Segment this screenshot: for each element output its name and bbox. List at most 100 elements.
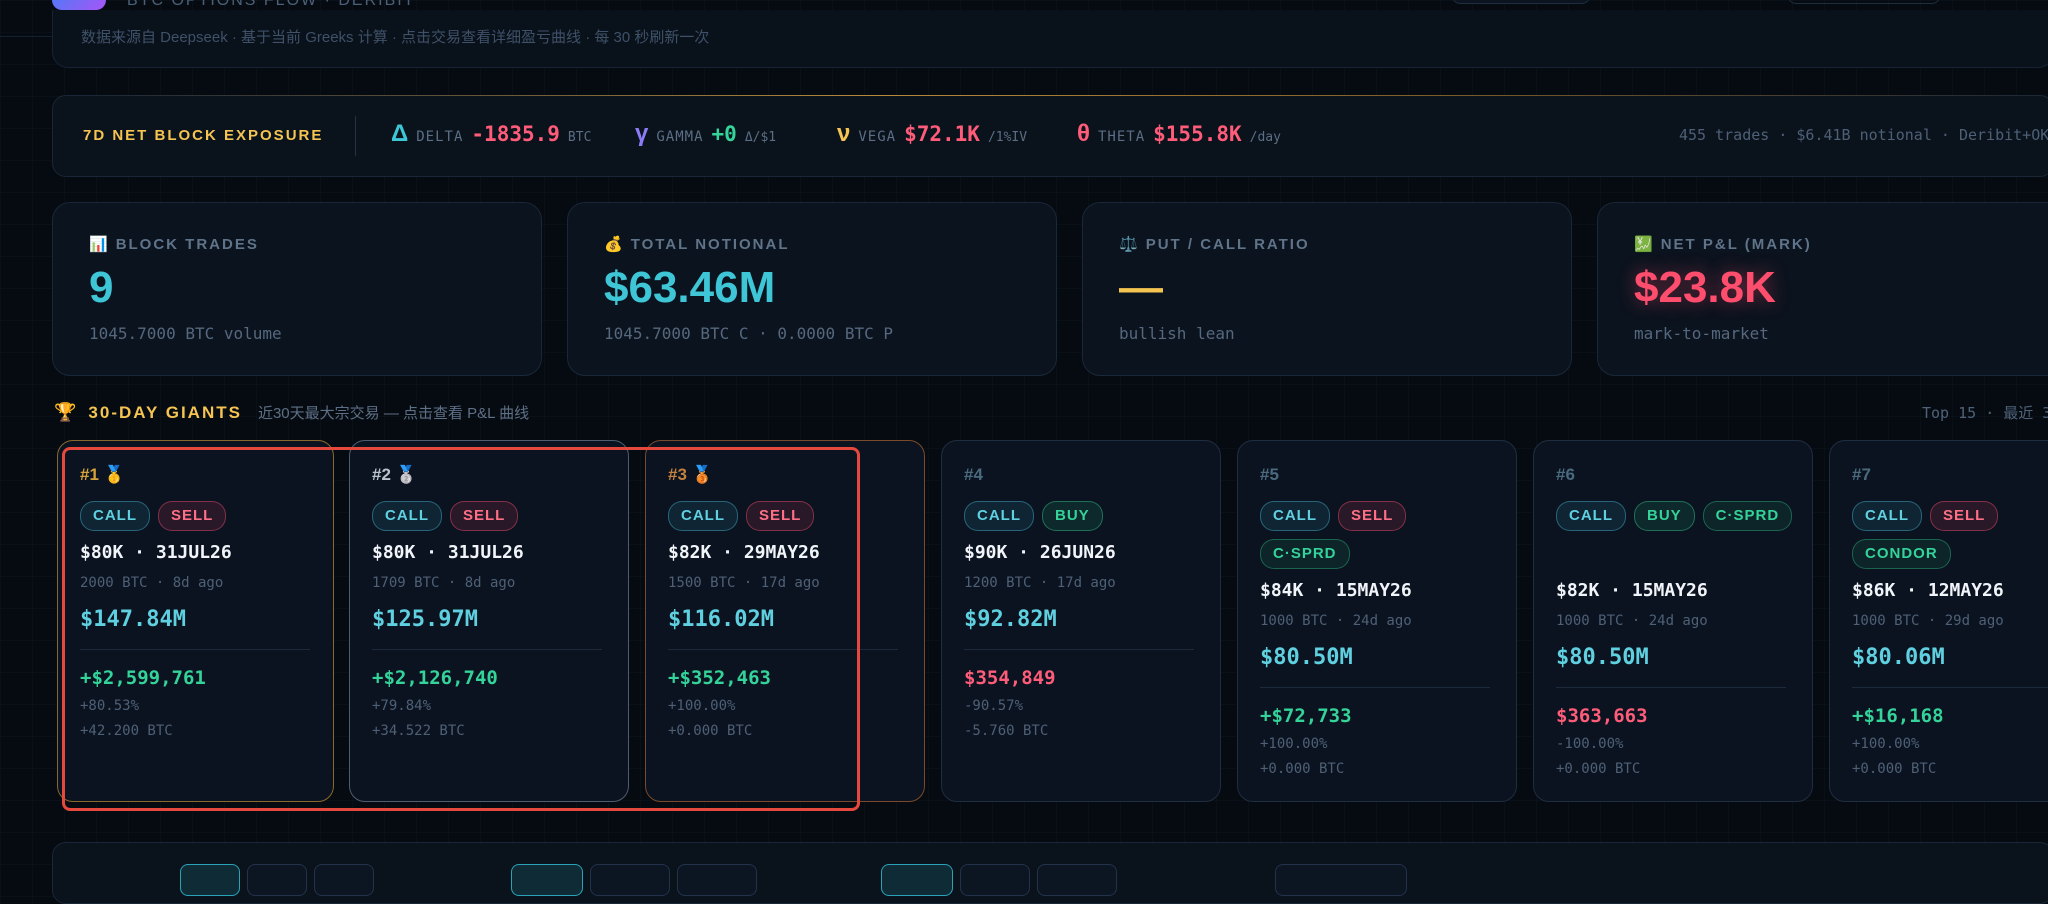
stat-value: $63.46M: [604, 263, 776, 312]
greek-name: THETA: [1097, 129, 1146, 145]
stat-label: 💹 NET P&L (MARK): [1634, 236, 1812, 253]
giant-trade-card[interactable]: #6 CALL BUY C·SPRD $82K · 15MAY26 1000 BTC · …: [1533, 440, 1813, 802]
gamma-icon: γ: [635, 120, 649, 147]
greek-value: -1835.9: [471, 122, 560, 146]
rank-label: #5: [1260, 465, 1279, 484]
filter-button[interactable]: [677, 864, 757, 896]
strike-expiry: $82K · 15MAY26: [1556, 580, 1708, 601]
greek-name: GAMMA: [656, 129, 704, 145]
giants-title: 30-DAY GIANTS: [88, 402, 242, 422]
stat-value: —: [1119, 263, 1163, 312]
trade-notional: $80.50M: [1556, 645, 1649, 670]
filter-button[interactable]: [881, 864, 953, 896]
greek-unit: /1%IV: [987, 130, 1028, 145]
trade-pnl-percent: -100.00%: [1556, 736, 1624, 752]
divider: [1556, 687, 1786, 688]
strike-expiry: $86K · 12MAY26: [1852, 580, 2004, 601]
trade-pnl-btc: -5.760 BTC: [964, 723, 1049, 739]
app-logo: [52, 0, 106, 10]
exposure-meta: 455 trades · $6.41B notional · Deribit+O…: [1679, 126, 2048, 144]
greek-delta: Δ DELTA -1835.9 BTC: [391, 120, 591, 148]
tag-strat: C·SPRD: [1260, 539, 1350, 569]
giants-subtitle: 近30天最大宗交易 — 点击查看 P&L 曲线: [257, 405, 530, 422]
rank-label: #6: [1556, 465, 1575, 484]
trade-pnl-percent: +100.00%: [1852, 736, 1920, 752]
notice-text: 数据来源自 Deepseek · 基于当前 Greeks 计算 · 点击交易查看…: [81, 29, 710, 46]
greek-name: VEGA: [858, 129, 897, 145]
filter-select[interactable]: [1275, 864, 1407, 896]
trade-pnl: +$16,168: [1852, 705, 1944, 727]
tag-call: CALL: [1556, 501, 1626, 531]
stat-sub: bullish lean: [1119, 324, 1235, 343]
balance-scale-icon: ⚖️: [1119, 236, 1140, 253]
divider: [964, 649, 1194, 650]
giants-header: 🏆 30-DAY GIANTS 近30天最大宗交易 — 点击查看 P&L 曲线: [54, 402, 529, 423]
giant-trade-card[interactable]: #5 CALL SELL C·SPRD $84K · 15MAY26 1000 BTC ·…: [1237, 440, 1517, 802]
greek-vega: ν VEGA $72.1K /1%IV: [837, 120, 1027, 148]
greek-unit: BTC: [567, 130, 592, 145]
theta-icon: θ: [1077, 120, 1090, 147]
trade-meta: 1200 BTC · 17d ago: [964, 575, 1116, 591]
header-refresh-button[interactable]: [1788, 0, 1940, 4]
stat-card-block-trades: 📊 BLOCK TRADES 9 1045.7000 BTC volume: [52, 202, 542, 376]
divider: [1852, 687, 2048, 688]
trade-tags: CALL SELL CONDOR: [1852, 501, 2048, 569]
trade-pnl-percent: +100.00%: [1260, 736, 1328, 752]
brand-subtitle: BTC OPTIONS FLOW · DERIBIT: [127, 0, 416, 9]
filter-button[interactable]: [960, 864, 1030, 896]
stat-label: ⚖️ PUT / CALL RATIO: [1119, 236, 1310, 253]
stat-label: 📊 BLOCK TRADES: [89, 236, 259, 253]
stat-card-net-pnl: 💹 NET P&L (MARK) $23.8K mark-to-market: [1597, 202, 2048, 376]
trade-pnl-btc: +0.000 BTC: [1556, 761, 1641, 777]
trade-tags: CALL SELL C·SPRD: [1260, 501, 1500, 569]
filter-button[interactable]: [247, 864, 307, 896]
filter-button[interactable]: [511, 864, 583, 896]
rank-label: #4: [964, 465, 983, 484]
trade-pnl: +$72,733: [1260, 705, 1352, 727]
strike-expiry: $84K · 15MAY26: [1260, 580, 1412, 601]
divider: [355, 116, 356, 156]
trade-notional: $80.50M: [1260, 645, 1353, 670]
stat-card-put-call-ratio: ⚖️ PUT / CALL RATIO — bullish lean: [1082, 202, 1572, 376]
greek-unit: /day: [1249, 130, 1281, 145]
net-exposure-bar: 7D NET BLOCK EXPOSURE Δ DELTA -1835.9 BT…: [52, 95, 2048, 177]
trade-notional: $80.06M: [1852, 645, 1945, 670]
bar-chart-icon: 📊: [89, 236, 110, 253]
greek-gamma: γ GAMMA +0 Δ/$1: [635, 120, 776, 148]
tag-strat: CONDOR: [1852, 539, 1951, 569]
giants-range: Top 15 · 最近 30 天: [1922, 404, 2048, 422]
trade-pnl: $363,663: [1556, 705, 1648, 727]
trade-pnl-btc: +0.000 BTC: [1260, 761, 1345, 777]
trade-pnl-btc: +0.000 BTC: [1852, 761, 1937, 777]
stat-sub: mark-to-market: [1634, 324, 1769, 343]
strike-expiry: $90K · 26JUN26: [964, 542, 1116, 563]
greek-unit: Δ/$1: [744, 130, 777, 145]
filter-button[interactable]: [1037, 864, 1117, 896]
selection-highlight: [62, 447, 860, 811]
trade-pnl: $354,849: [964, 667, 1056, 689]
chart-up-icon: 💹: [1634, 236, 1655, 253]
filter-button[interactable]: [314, 864, 374, 896]
rank-label: #7: [1852, 465, 1871, 484]
greek-value: $72.1K: [904, 122, 980, 146]
tag-call: CALL: [964, 501, 1034, 531]
tag-call: CALL: [1852, 501, 1922, 531]
tag-sell: SELL: [1930, 501, 1999, 531]
tag-sell: SELL: [1338, 501, 1407, 531]
trade-meta: 1000 BTC · 24d ago: [1260, 613, 1412, 629]
giant-trade-card[interactable]: #4 CALL BUY $90K · 26JUN26 1200 BTC · 17d ag…: [941, 440, 1221, 802]
greek-name: DELTA: [416, 129, 464, 145]
greek-theta: θ THETA $155.8K /day: [1077, 120, 1281, 148]
exposure-title: 7D NET BLOCK EXPOSURE: [83, 127, 324, 144]
trade-tags: CALL BUY C·SPRD: [1556, 501, 1796, 531]
trophy-icon: 🏆: [54, 402, 77, 422]
filter-button[interactable]: [590, 864, 670, 896]
tag-buy: BUY: [1042, 501, 1103, 531]
trade-tags: CALL BUY: [964, 501, 1204, 531]
filter-button[interactable]: [180, 864, 240, 896]
header-control-button[interactable]: [1452, 0, 1590, 4]
stat-value: 9: [89, 263, 114, 312]
greek-value: +0: [711, 122, 737, 146]
giant-trade-card[interactable]: #7 CALL SELL CONDOR $86K · 12MAY26 1000 BTC ·…: [1829, 440, 2048, 802]
stat-sub: 1045.7000 BTC volume: [89, 324, 282, 343]
